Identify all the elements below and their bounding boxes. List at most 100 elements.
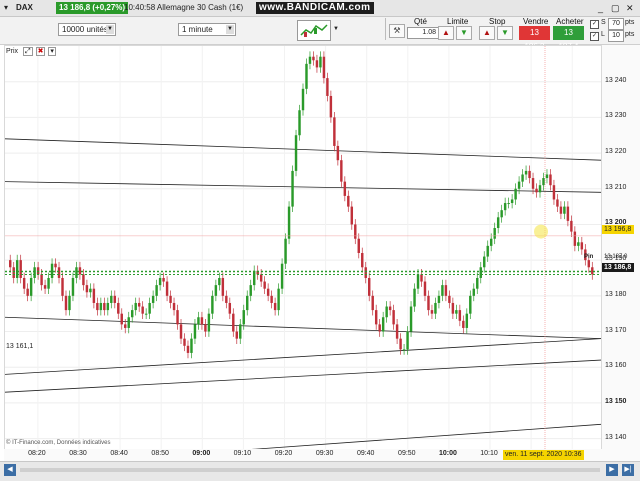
opt-l-value[interactable]: 10 bbox=[608, 30, 624, 42]
limit-checkbox[interactable]: ✓ bbox=[590, 32, 599, 41]
qty-input[interactable]: 1.08 bbox=[407, 27, 439, 39]
candle-body bbox=[458, 310, 462, 321]
opt-s-label: S bbox=[601, 19, 606, 26]
candle-body bbox=[190, 338, 193, 353]
scroll-track[interactable] bbox=[20, 468, 600, 472]
candle-body bbox=[465, 313, 469, 328]
candle-body bbox=[242, 310, 245, 325]
candle-body bbox=[368, 277, 371, 296]
y-tick-label: 13 160 bbox=[605, 362, 627, 370]
candle-body bbox=[165, 281, 169, 296]
x-tick-label: 09:40 bbox=[356, 450, 375, 457]
scroll-end-icon[interactable]: ▶| bbox=[622, 464, 634, 476]
x-tick-label: 08:50 bbox=[151, 450, 169, 457]
limit-down-icon[interactable]: ▼ bbox=[456, 26, 472, 40]
candle-body bbox=[395, 324, 399, 339]
candle-body bbox=[545, 174, 549, 179]
data-source-note: © IT-Finance.com, Données indicatives bbox=[6, 440, 111, 446]
candle-body bbox=[92, 288, 96, 303]
stop-down-icon[interactable]: ▼ bbox=[497, 26, 513, 40]
chart-type-button[interactable] bbox=[297, 20, 331, 41]
y-tick-label: 13 180 bbox=[605, 290, 627, 298]
candle-body bbox=[322, 56, 326, 79]
opt-s-value[interactable]: 70 bbox=[608, 18, 624, 30]
minimize-icon[interactable]: _ bbox=[598, 2, 603, 14]
candle-body bbox=[301, 88, 305, 111]
candle-body bbox=[538, 185, 542, 193]
y-tick-label: 13 230 bbox=[605, 112, 627, 120]
candle-body bbox=[277, 288, 280, 311]
wrench-icon[interactable]: ⚒ bbox=[389, 24, 405, 38]
chart-type-dropdown-icon[interactable]: ▼ bbox=[333, 26, 339, 32]
candle-body bbox=[110, 295, 113, 303]
price-axis[interactable]: 13 240 13 230 13 220 13 210 13 200 13 190 13 1… bbox=[602, 45, 640, 461]
candle-body bbox=[347, 195, 350, 207]
candle-body bbox=[371, 295, 374, 311]
quantity-select[interactable]: 10000 unités ▼ bbox=[58, 23, 116, 36]
quantity-select-value: 10000 unités bbox=[62, 25, 108, 34]
candlestick-chart[interactable] bbox=[5, 46, 601, 460]
candle-body bbox=[385, 306, 388, 318]
close-icon[interactable]: ✕ bbox=[626, 2, 634, 14]
title-bar: ▾ DAX 13 186,8 (+0,27%) 10:40:58 Allemag… bbox=[0, 0, 640, 17]
scroll-left-icon[interactable]: ◀ bbox=[4, 464, 16, 476]
sell-button[interactable]: 13 186,2 bbox=[519, 26, 550, 51]
close-panel-icon[interactable]: ✖ bbox=[35, 47, 46, 56]
stop-up-icon[interactable]: ▲ bbox=[479, 26, 495, 40]
candle-body bbox=[476, 277, 479, 289]
candle-body bbox=[409, 306, 413, 332]
restore-icon[interactable]: ▢ bbox=[611, 2, 620, 14]
chart-scrollbar[interactable]: ◀ ▶ ▶| bbox=[0, 461, 640, 481]
candle-body bbox=[124, 324, 127, 328]
candle-body bbox=[444, 285, 448, 296]
candle-body bbox=[246, 295, 249, 311]
candle-body bbox=[563, 206, 566, 214]
scroll-right-icon[interactable]: ▶ bbox=[606, 464, 618, 476]
interval-select[interactable]: 1 minute ▼ bbox=[178, 23, 236, 36]
left-price-annotation: 13 161,1 bbox=[6, 343, 34, 350]
candle-body bbox=[566, 206, 570, 221]
candle-body bbox=[524, 170, 528, 175]
candle-body bbox=[305, 63, 308, 89]
candle-body bbox=[552, 185, 556, 200]
price-chart[interactable] bbox=[4, 45, 602, 461]
candle-body bbox=[57, 267, 61, 278]
y-tick-label: 13 240 bbox=[605, 76, 627, 84]
candle-body bbox=[54, 263, 57, 268]
candle-body bbox=[469, 295, 472, 314]
candle-body bbox=[319, 56, 322, 68]
candle-body bbox=[284, 238, 287, 264]
small-price-tag: 13 187,0 bbox=[604, 254, 628, 260]
buy-button[interactable]: 13 187,4 bbox=[553, 26, 584, 51]
candle-body bbox=[580, 242, 584, 250]
limit-up-icon[interactable]: ▲ bbox=[438, 26, 454, 40]
candle-body bbox=[333, 117, 336, 146]
instrument-name[interactable]: DAX bbox=[16, 2, 33, 14]
candle-body bbox=[455, 310, 458, 314]
candle-body bbox=[336, 145, 340, 161]
candle-body bbox=[228, 302, 232, 314]
window-title: 10:40:58 Allemagne 30 Cash (1€) bbox=[124, 3, 244, 12]
zoom-icon[interactable]: ⤢ bbox=[23, 47, 33, 56]
candle-body bbox=[15, 260, 19, 278]
candle-body bbox=[489, 238, 493, 246]
stop-checkbox[interactable]: ✓ bbox=[590, 20, 599, 29]
candle-body bbox=[549, 174, 552, 186]
window-menu-icon[interactable]: ▾ bbox=[4, 2, 8, 14]
candle-body bbox=[430, 310, 434, 314]
x-tick-label: 10:10 bbox=[480, 450, 498, 457]
candle-body bbox=[472, 288, 476, 296]
candle-body bbox=[496, 217, 500, 229]
candle-body bbox=[151, 295, 155, 303]
candle-body bbox=[531, 178, 535, 189]
candle-body bbox=[29, 277, 33, 296]
panel-menu-icon[interactable]: ▾ bbox=[48, 47, 56, 56]
candle-body bbox=[85, 285, 89, 293]
candle-body bbox=[388, 306, 392, 311]
candle-body bbox=[162, 277, 165, 282]
candle-body bbox=[113, 295, 117, 303]
candle-body bbox=[64, 295, 68, 311]
chart-toolbar: 10000 unités ▼ 1 minute ▼ ▼ ⚒ Qté 1.08 L… bbox=[0, 17, 640, 51]
candle-body bbox=[19, 260, 22, 278]
candle-body bbox=[329, 95, 333, 118]
